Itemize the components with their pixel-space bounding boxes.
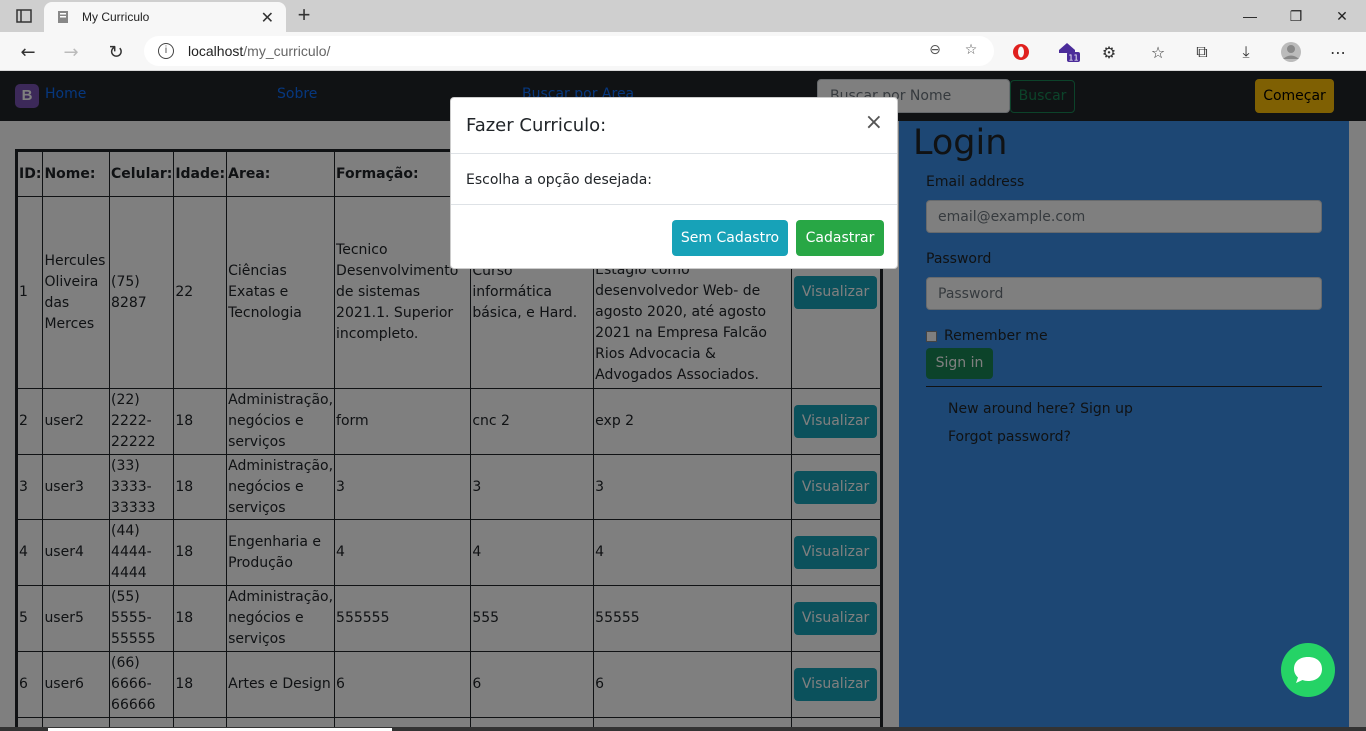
horizontal-scrollbar[interactable] [0, 727, 1366, 731]
calendar-extension-icon[interactable]: 11 [1055, 41, 1083, 63]
sem-cadastro-button[interactable]: Sem Cadastro [672, 220, 788, 256]
modal-header: Fazer Curriculo: × [451, 98, 897, 154]
modal-title: Fazer Curriculo: [466, 115, 607, 136]
fazer-curriculo-modal: Fazer Curriculo: × Escolha a opção desej… [450, 97, 898, 269]
tab-actions-icon[interactable] [8, 6, 40, 26]
restore-icon[interactable]: ❐ [1274, 4, 1318, 28]
tab-close-icon[interactable]: ✕ [261, 8, 274, 27]
opera-extension-icon[interactable] [1010, 41, 1032, 63]
close-window-icon[interactable]: ✕ [1320, 4, 1364, 28]
browser-tab-active[interactable]: My Curriculo ✕ [44, 2, 286, 32]
cadastrar-button[interactable]: Cadastrar [796, 220, 884, 256]
back-icon[interactable]: ← [16, 40, 40, 64]
more-options-icon[interactable]: ⋯ [1327, 41, 1349, 63]
modal-body-text: Escolha a opção desejada: [466, 172, 653, 188]
profile-avatar-icon[interactable] [1280, 41, 1302, 63]
forward-icon[interactable]: → [59, 40, 83, 64]
modal-footer: Sem Cadastro Cadastrar [451, 204, 897, 270]
favorites-icon[interactable]: ☆ [1147, 41, 1169, 63]
reload-icon[interactable]: ↻ [104, 40, 128, 64]
svg-text:11: 11 [1068, 54, 1078, 63]
minimize-icon[interactable]: — [1228, 4, 1272, 28]
zoom-icon[interactable]: ⊖ [926, 42, 944, 60]
chat-bubble-icon[interactable] [1281, 643, 1335, 697]
downloads-icon[interactable]: ⤓ [1235, 41, 1257, 63]
tab-title: My Curriculo [82, 10, 150, 24]
browser-toolbar: ← → ↻ i localhost/my_curriculo/ ⊖ ☆ 11 ⚙… [0, 32, 1366, 71]
extensions-icon[interactable]: ⚙ [1098, 41, 1120, 63]
collections-icon[interactable]: ⧉ [1191, 41, 1213, 63]
address-bar[interactable]: i localhost/my_curriculo/ ⊖ ☆ [144, 36, 994, 66]
add-favorite-icon[interactable]: ☆ [962, 42, 980, 60]
url-text: localhost/my_curriculo/ [188, 43, 331, 59]
modal-close-icon[interactable]: × [865, 112, 883, 134]
page-favicon-icon [58, 11, 68, 23]
new-tab-icon[interactable]: + [292, 4, 316, 28]
browser-tab-bar: My Curriculo ✕ + — ❐ ✕ [0, 0, 1366, 32]
site-info-icon[interactable]: i [158, 43, 174, 59]
